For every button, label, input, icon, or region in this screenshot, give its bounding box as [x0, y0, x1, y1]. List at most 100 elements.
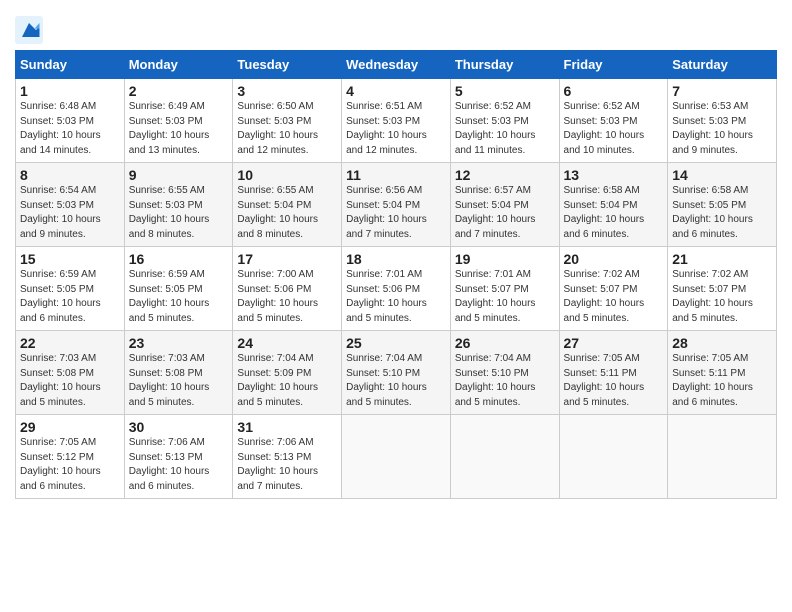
day-number: 2: [129, 83, 229, 99]
day-cell: 24 Sunrise: 7:04 AMSunset: 5:09 PMDaylig…: [233, 331, 342, 415]
day-number: 26: [455, 335, 555, 351]
day-number: 9: [129, 167, 229, 183]
day-cell: 22 Sunrise: 7:03 AMSunset: 5:08 PMDaylig…: [16, 331, 125, 415]
day-header-friday: Friday: [559, 51, 668, 79]
day-info: Sunrise: 7:06 AMSunset: 5:13 PMDaylight:…: [237, 437, 318, 492]
day-cell: 10 Sunrise: 6:55 AMSunset: 5:04 PMDaylig…: [233, 163, 342, 247]
day-cell: 6 Sunrise: 6:52 AMSunset: 5:03 PMDayligh…: [559, 79, 668, 163]
day-info: Sunrise: 7:05 AMSunset: 5:11 PMDaylight:…: [564, 353, 645, 408]
day-info: Sunrise: 7:04 AMSunset: 5:09 PMDaylight:…: [237, 353, 318, 408]
day-info: Sunrise: 6:48 AMSunset: 5:03 PMDaylight:…: [20, 101, 101, 156]
day-number: 15: [20, 251, 120, 267]
day-number: 16: [129, 251, 229, 267]
day-cell: 26 Sunrise: 7:04 AMSunset: 5:10 PMDaylig…: [450, 331, 559, 415]
day-number: 8: [20, 167, 120, 183]
day-cell: [559, 415, 668, 499]
day-cell: 20 Sunrise: 7:02 AMSunset: 5:07 PMDaylig…: [559, 247, 668, 331]
day-cell: 31 Sunrise: 7:06 AMSunset: 5:13 PMDaylig…: [233, 415, 342, 499]
day-cell: 27 Sunrise: 7:05 AMSunset: 5:11 PMDaylig…: [559, 331, 668, 415]
day-cell: 13 Sunrise: 6:58 AMSunset: 5:04 PMDaylig…: [559, 163, 668, 247]
day-number: 30: [129, 419, 229, 435]
day-number: 24: [237, 335, 337, 351]
day-info: Sunrise: 7:05 AMSunset: 5:11 PMDaylight:…: [672, 353, 753, 408]
day-cell: [342, 415, 451, 499]
day-cell: 7 Sunrise: 6:53 AMSunset: 5:03 PMDayligh…: [668, 79, 777, 163]
header: [15, 10, 777, 44]
day-info: Sunrise: 6:49 AMSunset: 5:03 PMDaylight:…: [129, 101, 210, 156]
day-number: 29: [20, 419, 120, 435]
logo-icon: [15, 16, 43, 44]
day-number: 20: [564, 251, 664, 267]
day-cell: [450, 415, 559, 499]
day-info: Sunrise: 7:02 AMSunset: 5:07 PMDaylight:…: [672, 269, 753, 324]
day-number: 14: [672, 167, 772, 183]
day-cell: 25 Sunrise: 7:04 AMSunset: 5:10 PMDaylig…: [342, 331, 451, 415]
day-cell: 9 Sunrise: 6:55 AMSunset: 5:03 PMDayligh…: [124, 163, 233, 247]
logo: [15, 16, 47, 44]
week-row-5: 29 Sunrise: 7:05 AMSunset: 5:12 PMDaylig…: [16, 415, 777, 499]
day-number: 10: [237, 167, 337, 183]
day-cell: 1 Sunrise: 6:48 AMSunset: 5:03 PMDayligh…: [16, 79, 125, 163]
week-row-2: 8 Sunrise: 6:54 AMSunset: 5:03 PMDayligh…: [16, 163, 777, 247]
day-info: Sunrise: 7:04 AMSunset: 5:10 PMDaylight:…: [346, 353, 427, 408]
day-cell: 28 Sunrise: 7:05 AMSunset: 5:11 PMDaylig…: [668, 331, 777, 415]
day-info: Sunrise: 7:06 AMSunset: 5:13 PMDaylight:…: [129, 437, 210, 492]
day-number: 25: [346, 335, 446, 351]
day-cell: [668, 415, 777, 499]
day-number: 5: [455, 83, 555, 99]
day-number: 1: [20, 83, 120, 99]
day-info: Sunrise: 6:54 AMSunset: 5:03 PMDaylight:…: [20, 185, 101, 240]
day-info: Sunrise: 7:01 AMSunset: 5:06 PMDaylight:…: [346, 269, 427, 324]
day-number: 22: [20, 335, 120, 351]
day-info: Sunrise: 7:03 AMSunset: 5:08 PMDaylight:…: [20, 353, 101, 408]
day-info: Sunrise: 6:57 AMSunset: 5:04 PMDaylight:…: [455, 185, 536, 240]
day-number: 6: [564, 83, 664, 99]
day-cell: 4 Sunrise: 6:51 AMSunset: 5:03 PMDayligh…: [342, 79, 451, 163]
day-number: 18: [346, 251, 446, 267]
day-info: Sunrise: 6:55 AMSunset: 5:03 PMDaylight:…: [129, 185, 210, 240]
day-number: 31: [237, 419, 337, 435]
day-header-tuesday: Tuesday: [233, 51, 342, 79]
week-row-3: 15 Sunrise: 6:59 AMSunset: 5:05 PMDaylig…: [16, 247, 777, 331]
day-number: 4: [346, 83, 446, 99]
day-info: Sunrise: 6:58 AMSunset: 5:04 PMDaylight:…: [564, 185, 645, 240]
day-info: Sunrise: 7:00 AMSunset: 5:06 PMDaylight:…: [237, 269, 318, 324]
day-cell: 2 Sunrise: 6:49 AMSunset: 5:03 PMDayligh…: [124, 79, 233, 163]
day-cell: 14 Sunrise: 6:58 AMSunset: 5:05 PMDaylig…: [668, 163, 777, 247]
header-row: SundayMondayTuesdayWednesdayThursdayFrid…: [16, 51, 777, 79]
day-info: Sunrise: 6:53 AMSunset: 5:03 PMDaylight:…: [672, 101, 753, 156]
day-info: Sunrise: 6:56 AMSunset: 5:04 PMDaylight:…: [346, 185, 427, 240]
day-info: Sunrise: 7:01 AMSunset: 5:07 PMDaylight:…: [455, 269, 536, 324]
day-number: 27: [564, 335, 664, 351]
day-cell: 3 Sunrise: 6:50 AMSunset: 5:03 PMDayligh…: [233, 79, 342, 163]
day-cell: 21 Sunrise: 7:02 AMSunset: 5:07 PMDaylig…: [668, 247, 777, 331]
day-cell: 11 Sunrise: 6:56 AMSunset: 5:04 PMDaylig…: [342, 163, 451, 247]
day-info: Sunrise: 6:58 AMSunset: 5:05 PMDaylight:…: [672, 185, 753, 240]
day-number: 13: [564, 167, 664, 183]
day-info: Sunrise: 6:50 AMSunset: 5:03 PMDaylight:…: [237, 101, 318, 156]
day-cell: 30 Sunrise: 7:06 AMSunset: 5:13 PMDaylig…: [124, 415, 233, 499]
day-cell: 18 Sunrise: 7:01 AMSunset: 5:06 PMDaylig…: [342, 247, 451, 331]
day-cell: 15 Sunrise: 6:59 AMSunset: 5:05 PMDaylig…: [16, 247, 125, 331]
day-number: 21: [672, 251, 772, 267]
day-info: Sunrise: 6:55 AMSunset: 5:04 PMDaylight:…: [237, 185, 318, 240]
day-header-sunday: Sunday: [16, 51, 125, 79]
day-cell: 19 Sunrise: 7:01 AMSunset: 5:07 PMDaylig…: [450, 247, 559, 331]
day-info: Sunrise: 7:02 AMSunset: 5:07 PMDaylight:…: [564, 269, 645, 324]
calendar-table: SundayMondayTuesdayWednesdayThursdayFrid…: [15, 50, 777, 499]
day-header-thursday: Thursday: [450, 51, 559, 79]
day-number: 7: [672, 83, 772, 99]
day-number: 17: [237, 251, 337, 267]
day-header-monday: Monday: [124, 51, 233, 79]
day-info: Sunrise: 6:52 AMSunset: 5:03 PMDaylight:…: [564, 101, 645, 156]
day-number: 3: [237, 83, 337, 99]
week-row-1: 1 Sunrise: 6:48 AMSunset: 5:03 PMDayligh…: [16, 79, 777, 163]
day-info: Sunrise: 7:04 AMSunset: 5:10 PMDaylight:…: [455, 353, 536, 408]
day-info: Sunrise: 7:05 AMSunset: 5:12 PMDaylight:…: [20, 437, 101, 492]
day-info: Sunrise: 6:59 AMSunset: 5:05 PMDaylight:…: [20, 269, 101, 324]
day-header-wednesday: Wednesday: [342, 51, 451, 79]
day-info: Sunrise: 6:51 AMSunset: 5:03 PMDaylight:…: [346, 101, 427, 156]
day-cell: 16 Sunrise: 6:59 AMSunset: 5:05 PMDaylig…: [124, 247, 233, 331]
week-row-4: 22 Sunrise: 7:03 AMSunset: 5:08 PMDaylig…: [16, 331, 777, 415]
day-cell: 17 Sunrise: 7:00 AMSunset: 5:06 PMDaylig…: [233, 247, 342, 331]
